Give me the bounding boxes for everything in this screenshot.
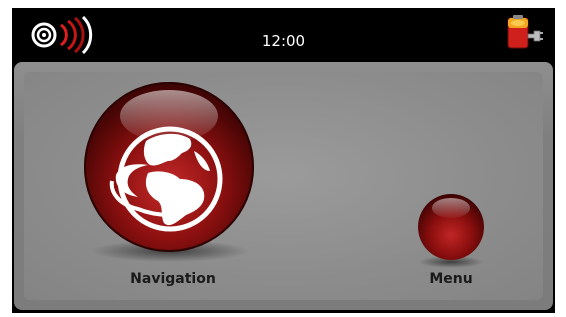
globe-icon: [109, 126, 223, 232]
menu-label[interactable]: Menu: [410, 271, 492, 287]
menu-button-gloss: [432, 198, 470, 218]
battery-charging-icon: [507, 15, 543, 49]
clock-time: 12:00: [261, 32, 306, 50]
navigation-button[interactable]: [84, 82, 254, 252]
menu-button[interactable]: [418, 194, 484, 260]
status-bar: 12:00: [12, 8, 555, 62]
navigation-label[interactable]: Navigation: [118, 271, 228, 287]
